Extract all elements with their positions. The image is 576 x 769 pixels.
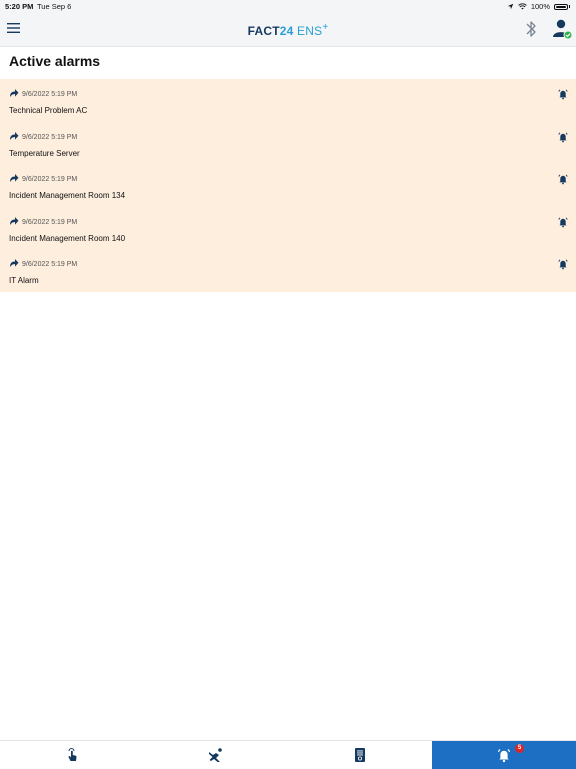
forward-arrow-icon bbox=[10, 259, 19, 268]
user-profile-icon[interactable] bbox=[551, 18, 573, 40]
page-title: Active alarms bbox=[9, 53, 101, 69]
battery-tip bbox=[569, 5, 570, 8]
alarm-name: Incident Management Room 134 bbox=[9, 191, 126, 201]
alarm-bell-icon bbox=[558, 217, 568, 228]
alarm-list: 9/6/2022 5:19 PM Technical Problem AC 9/… bbox=[0, 79, 576, 292]
bottom-tab-bar: 5 bbox=[0, 740, 576, 769]
document-icon bbox=[355, 748, 365, 762]
tab-man-down[interactable] bbox=[144, 741, 288, 769]
brand-logo: FACT24 ENS+ bbox=[247, 22, 329, 38]
alarm-timestamp: 9/6/2022 5:19 PM bbox=[22, 133, 78, 141]
status-indicators: 100% bbox=[507, 2, 570, 11]
status-date: Tue Sep 6 bbox=[37, 2, 72, 11]
bluetooth-icon[interactable] bbox=[524, 19, 538, 39]
alarm-name: IT Alarm bbox=[9, 276, 39, 286]
alarm-bell-icon bbox=[558, 132, 568, 142]
location-icon bbox=[507, 3, 514, 10]
alarm-row[interactable]: 9/6/2022 5:19 PM IT Alarm bbox=[0, 249, 576, 292]
wifi-icon bbox=[518, 3, 527, 10]
forward-arrow-icon bbox=[10, 174, 19, 183]
alarm-name: Technical Problem AC bbox=[9, 106, 88, 115]
alarm-timestamp: 9/6/2022 5:19 PM bbox=[22, 261, 78, 269]
alarm-bell-icon bbox=[558, 259, 568, 270]
tab-touch[interactable] bbox=[0, 741, 144, 769]
status-time: 5:20 PM bbox=[5, 2, 34, 11]
alarm-row[interactable]: 9/6/2022 5:19 PM Incident Management Roo… bbox=[0, 207, 576, 250]
alarm-timestamp: 9/6/2022 5:19 PM bbox=[22, 176, 78, 184]
forward-arrow-icon bbox=[10, 216, 19, 225]
status-bar: 5:20 PM Tue Sep 6 100% bbox=[0, 0, 576, 12]
alarm-row[interactable]: 9/6/2022 5:19 PM Incident Management Roo… bbox=[0, 164, 576, 207]
alarm-timestamp: 9/6/2022 5:19 PM bbox=[22, 91, 78, 98]
tab-active-alarms[interactable]: 5 bbox=[432, 741, 576, 769]
alarm-count-badge: 5 bbox=[515, 744, 524, 753]
alarm-bell-icon bbox=[497, 748, 511, 763]
forward-arrow-icon bbox=[10, 131, 19, 140]
alarm-name: Temperature Server bbox=[9, 148, 80, 158]
alarm-row[interactable]: 9/6/2022 5:19 PM Temperature Server bbox=[0, 122, 576, 165]
person-falling-icon bbox=[209, 748, 222, 762]
alarm-row[interactable]: 9/6/2022 5:19 PM Technical Problem AC bbox=[0, 79, 576, 122]
battery-percent: 100% bbox=[530, 2, 550, 11]
battery-icon bbox=[554, 3, 568, 10]
alarm-bell-icon bbox=[558, 174, 568, 185]
alarm-name: Incident Management Room 140 bbox=[9, 233, 126, 243]
alarm-timestamp: 9/6/2022 5:19 PM bbox=[22, 218, 78, 226]
forward-arrow-icon bbox=[10, 89, 19, 97]
touch-icon bbox=[68, 748, 77, 761]
nav-bar: FACT24 ENS+ bbox=[0, 12, 576, 47]
alarm-bell-icon bbox=[558, 89, 568, 100]
tab-documents[interactable] bbox=[288, 741, 432, 769]
